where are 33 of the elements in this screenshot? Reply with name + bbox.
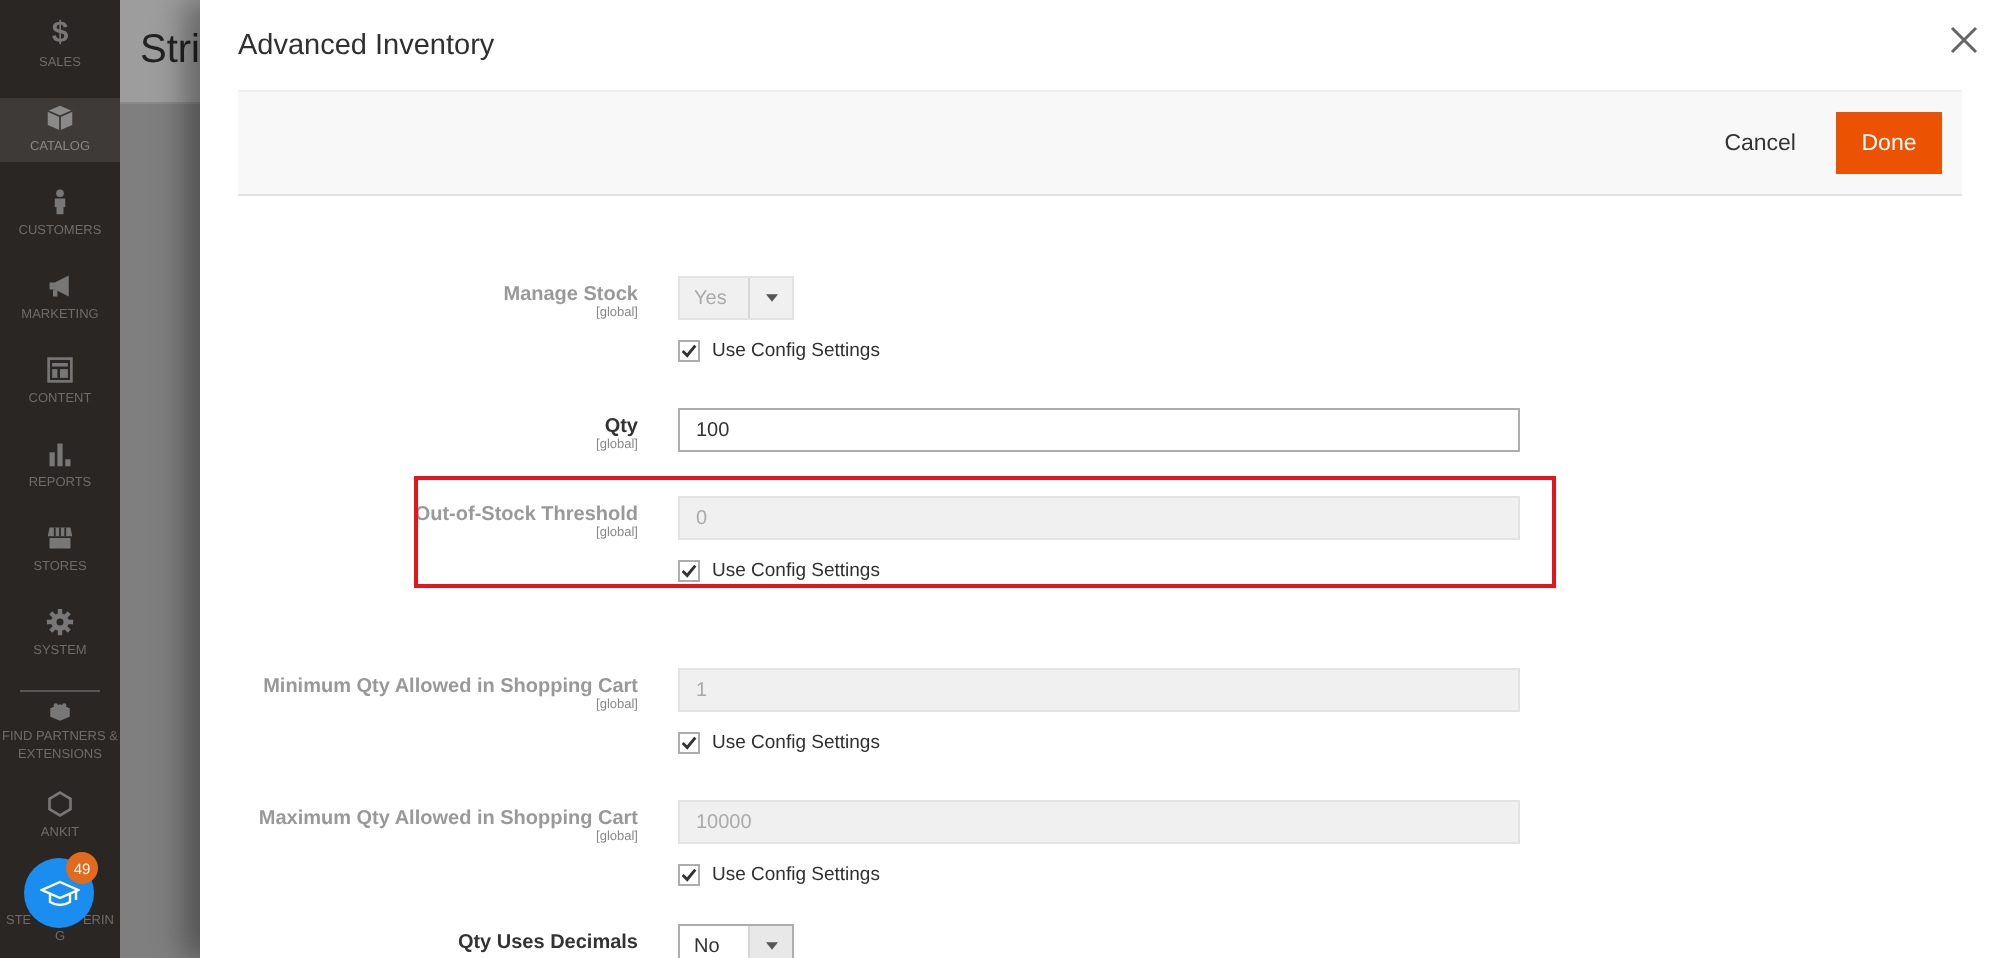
checkbox-label: Use Config Settings bbox=[712, 559, 880, 581]
checkbox-label: Use Config Settings bbox=[712, 339, 880, 361]
storefront-icon bbox=[46, 523, 74, 552]
checkbox-label: Use Config Settings bbox=[712, 863, 880, 885]
blocks-icon bbox=[46, 700, 74, 723]
input-field[interactable]: 100 bbox=[678, 408, 1520, 452]
gear-icon bbox=[46, 607, 74, 636]
select-field[interactable]: No bbox=[678, 924, 794, 958]
graduation-cap-icon bbox=[39, 877, 79, 909]
caret-icon bbox=[765, 942, 777, 950]
layout-icon bbox=[46, 355, 74, 384]
box-icon bbox=[46, 103, 74, 132]
select-field: Yes bbox=[678, 276, 794, 320]
field-label: Out-of-Stock Threshold bbox=[414, 504, 638, 526]
done-button[interactable]: Done bbox=[1836, 112, 1942, 174]
caret-icon bbox=[765, 294, 777, 302]
field-label: Qty bbox=[604, 416, 638, 438]
megaphone-icon bbox=[46, 271, 74, 300]
cancel-button[interactable]: Cancel bbox=[1724, 123, 1796, 163]
modal-title: Advanced Inventory bbox=[238, 29, 495, 61]
field-label: Maximum Qty Allowed in Shopping Cart bbox=[258, 808, 638, 830]
input-field: 0 bbox=[678, 496, 1520, 540]
field-label: Qty Uses Decimals bbox=[457, 932, 638, 954]
input-field: 1 bbox=[678, 668, 1520, 712]
field-label: Manage Stock bbox=[503, 284, 638, 306]
close-icon[interactable] bbox=[1950, 26, 1978, 54]
field-label: Minimum Qty Allowed in Shopping Cart bbox=[263, 676, 638, 698]
checkbox-label: Use Config Settings bbox=[712, 731, 880, 753]
page-title: Stri bbox=[140, 28, 200, 72]
dollar-icon: $ bbox=[51, 18, 69, 49]
bar-chart-icon bbox=[46, 439, 74, 468]
input-field: 10000 bbox=[678, 800, 1520, 844]
hexagon-icon bbox=[46, 789, 74, 818]
